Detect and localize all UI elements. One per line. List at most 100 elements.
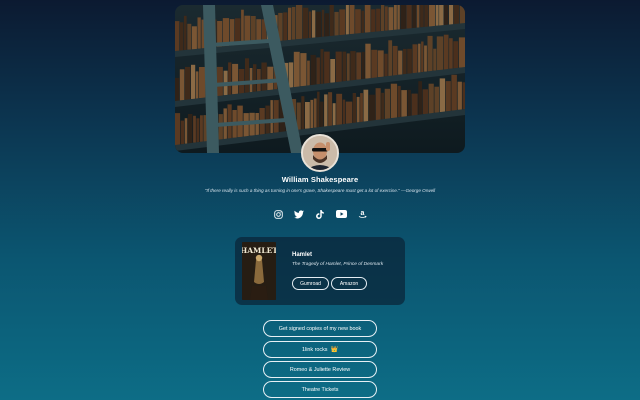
- book-spine: [332, 103, 336, 126]
- book-spine: [424, 45, 427, 72]
- book-spine: [187, 23, 192, 50]
- book-spine: [261, 62, 267, 91]
- book-spine: [418, 43, 421, 73]
- amazon-icon[interactable]: a: [356, 208, 368, 220]
- book-spine: [307, 60, 310, 86]
- link-button-label: 1link rocks: [302, 346, 328, 353]
- book-spine: [302, 7, 309, 39]
- book-spine: [377, 50, 384, 78]
- book-spine: [381, 5, 385, 32]
- book-spine: [175, 77, 180, 101]
- book-spine: [300, 53, 307, 87]
- book-spine: [356, 96, 360, 123]
- book-spine: [175, 21, 180, 51]
- book-spine: [193, 115, 196, 143]
- book-title: Hamlet: [292, 252, 313, 258]
- twitter-icon[interactable]: [293, 208, 305, 220]
- book-spine: [197, 17, 201, 49]
- link-button-signed-copies[interactable]: Get signed copies of my new book: [263, 320, 377, 337]
- book-spine: [397, 85, 401, 118]
- book-spine: [321, 9, 325, 37]
- book-cover[interactable]: HAMLET: [242, 242, 276, 300]
- book-spine: [449, 38, 453, 69]
- book-spine: [428, 83, 434, 114]
- book-spine: [462, 82, 465, 110]
- crown-icon: 👑: [330, 347, 338, 353]
- book-spine: [244, 15, 251, 45]
- youtube-icon[interactable]: [335, 208, 347, 220]
- link-button-romeo-juliette-review[interactable]: Romeo & Juliette Review: [263, 361, 377, 378]
- link-button-theatre-tickets[interactable]: Theatre Tickets: [263, 381, 377, 398]
- book-spine: [305, 102, 310, 129]
- book-spine: [317, 91, 320, 128]
- book-spine: [324, 13, 329, 37]
- book-spine: [407, 48, 412, 74]
- book-spine: [412, 44, 418, 74]
- book-spine: [416, 5, 420, 28]
- book-spine: [433, 48, 437, 71]
- book-spine: [345, 101, 353, 124]
- book-spine: [453, 5, 460, 25]
- link-button-1link-rocks[interactable]: 1link rocks 👑: [263, 341, 377, 358]
- book-spine: [216, 66, 223, 97]
- book-spine: [232, 63, 239, 95]
- book-spine: [401, 90, 407, 117]
- book-spine: [355, 9, 361, 34]
- book-spine: [312, 10, 316, 38]
- book-spine: [334, 11, 339, 36]
- book-spine: [195, 71, 199, 99]
- book-spine: [360, 93, 363, 122]
- instagram-icon[interactable]: [272, 208, 284, 220]
- book-spine: [418, 81, 422, 115]
- book-spine: [335, 51, 342, 83]
- book-spine: [384, 53, 388, 77]
- book-spine: [368, 94, 375, 121]
- book-spine: [339, 9, 346, 36]
- tiktok-icon[interactable]: [314, 208, 326, 220]
- book-spine: [381, 92, 385, 120]
- book-spine: [397, 5, 400, 30]
- book-spine: [196, 118, 200, 143]
- book-spine: [363, 89, 369, 122]
- book-spine: [445, 81, 451, 112]
- book-spine: [180, 120, 185, 145]
- book-spine: [352, 93, 356, 123]
- book-spine: [444, 5, 449, 25]
- book-spine: [218, 114, 223, 140]
- book-spine: [436, 36, 444, 71]
- book-spine: [336, 93, 343, 125]
- avatar: [301, 134, 339, 172]
- book-spine: [183, 15, 187, 51]
- book-spine: [346, 53, 350, 81]
- book-spine: [301, 96, 305, 130]
- book-spine: [411, 93, 418, 116]
- library-shelves-illustration: [175, 5, 465, 153]
- book-spine: [435, 5, 439, 26]
- book-spine: [227, 104, 232, 139]
- book-spine: [459, 5, 465, 24]
- book-spine: [288, 7, 292, 41]
- book-spine: [439, 78, 446, 113]
- book-spine: [308, 11, 312, 38]
- book-spine: [429, 5, 435, 27]
- amazon-button[interactable]: Amazon: [331, 277, 367, 290]
- book-spine: [434, 86, 439, 113]
- book-spine: [424, 5, 429, 27]
- book-spine: [342, 99, 346, 125]
- book-spine: [267, 66, 274, 91]
- book-spine: [345, 5, 349, 35]
- book-spine: [199, 67, 206, 99]
- book-spine: [406, 5, 412, 29]
- book-spine: [388, 7, 394, 31]
- book-spine: [361, 10, 365, 33]
- book-spine: [330, 59, 335, 83]
- book-spine: [256, 19, 262, 44]
- book-spine: [288, 62, 294, 88]
- book-spine: [384, 6, 388, 31]
- book-spine: [179, 69, 185, 101]
- book-spine: [371, 9, 376, 33]
- book-spine: [361, 51, 365, 80]
- book-spine: [458, 37, 465, 68]
- gumroad-button[interactable]: Gumroad: [292, 277, 329, 290]
- book-spine: [185, 66, 191, 100]
